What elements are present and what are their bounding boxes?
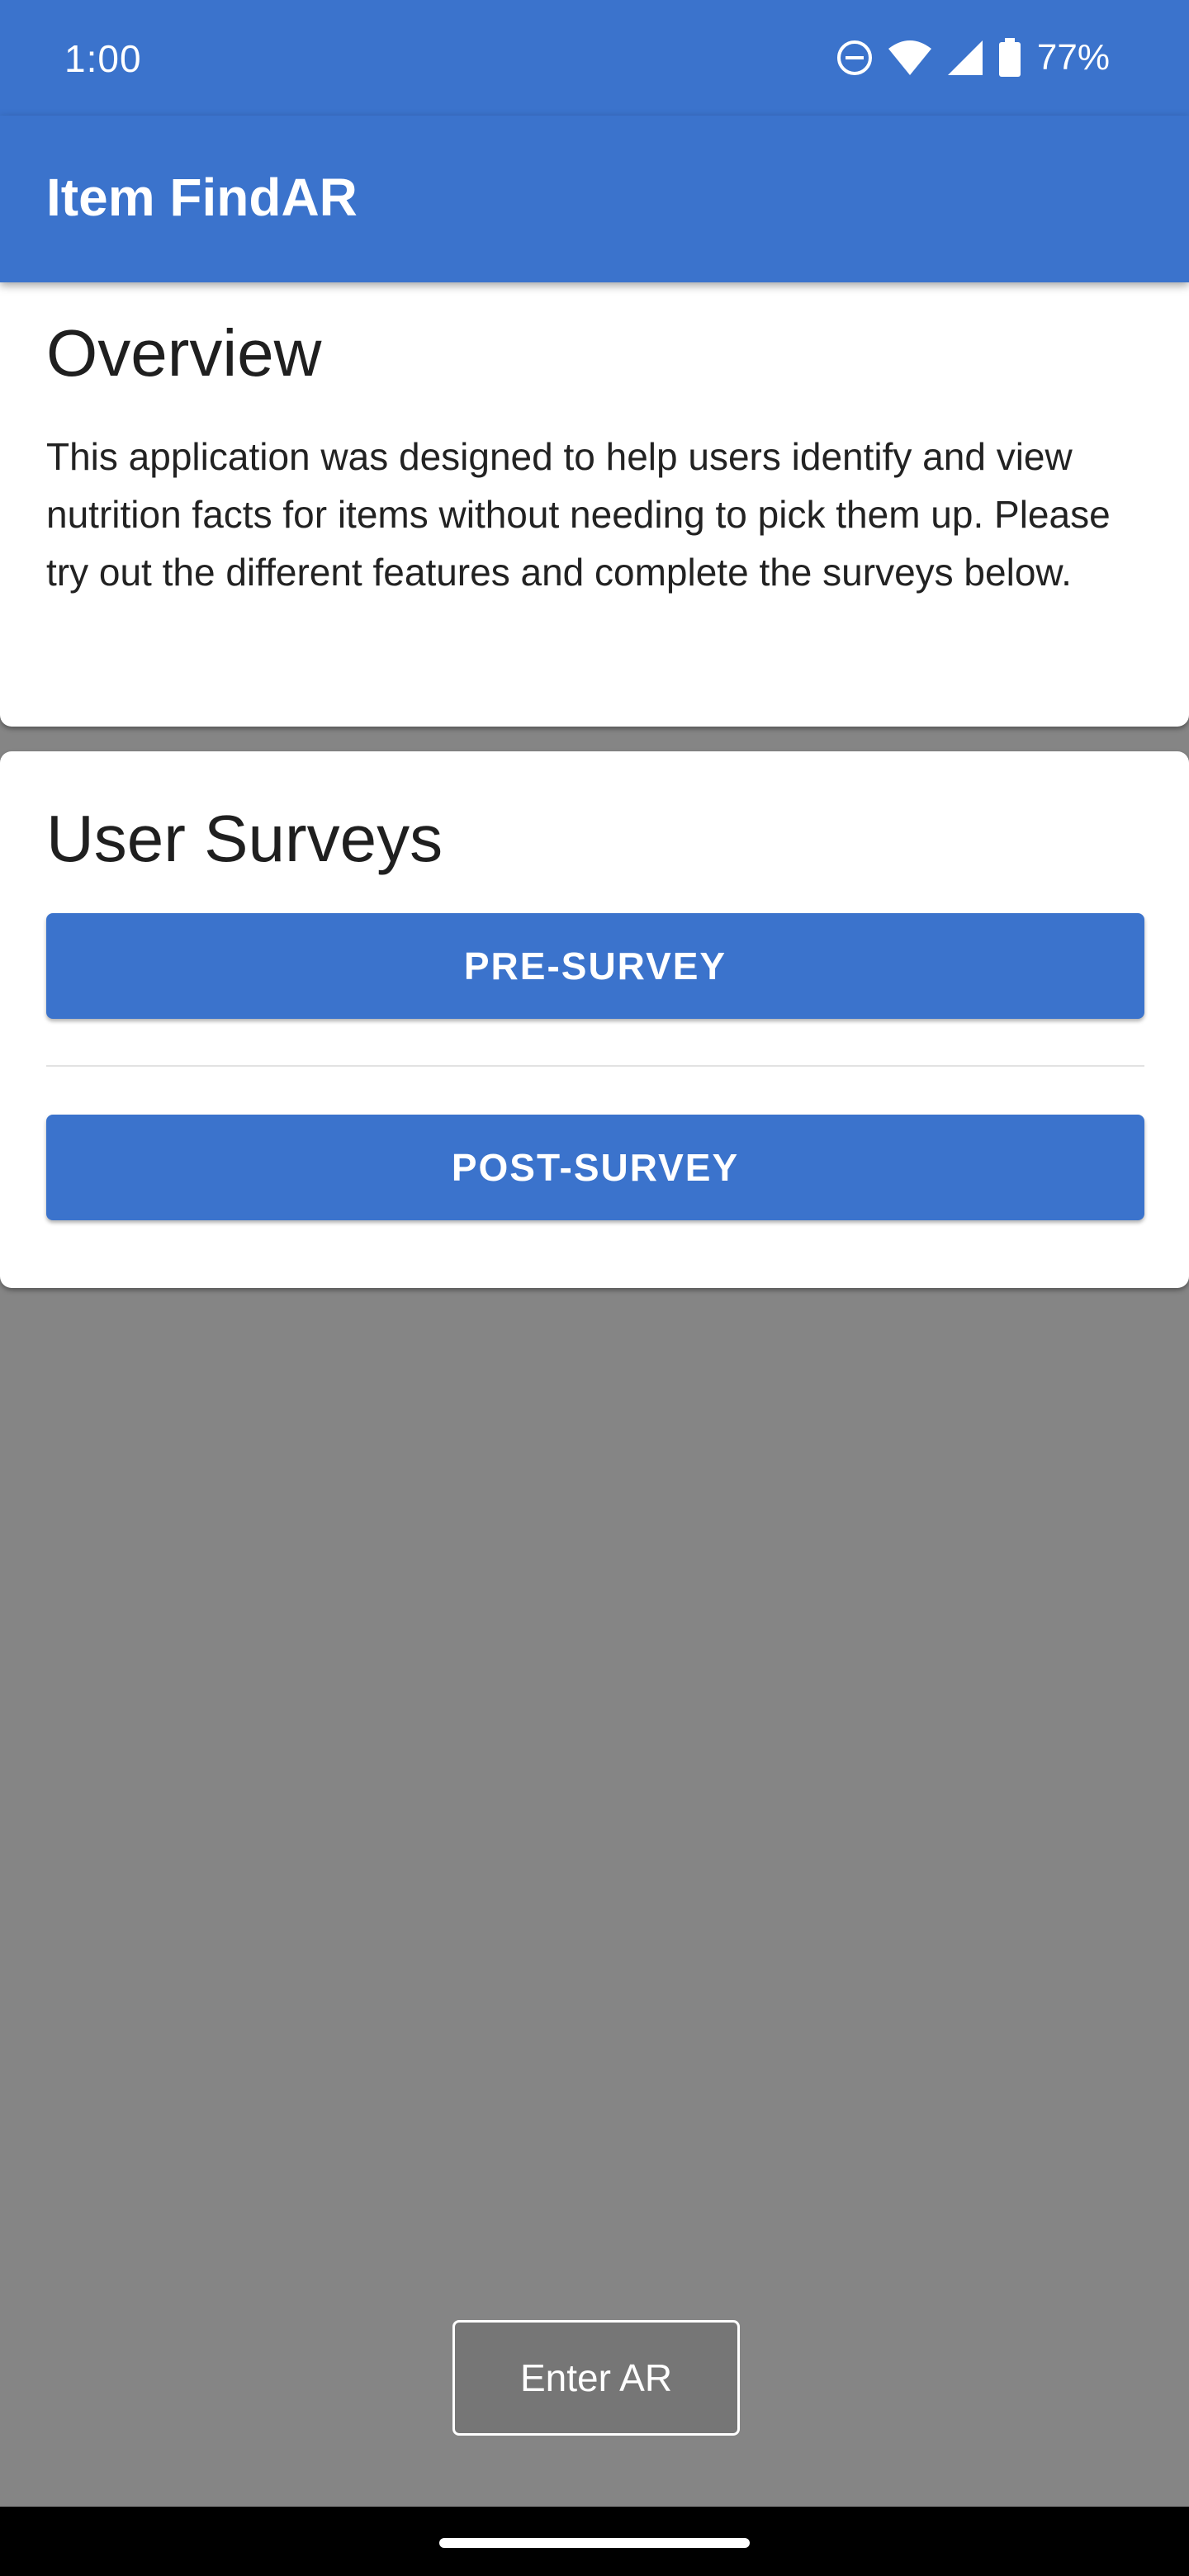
wifi-icon	[887, 39, 933, 77]
battery-icon	[997, 38, 1022, 78]
cell-signal-icon	[946, 39, 984, 77]
overview-card: Overview This application was designed t…	[0, 282, 1189, 727]
dnd-icon	[836, 39, 874, 77]
app-title: Item FindAR	[46, 168, 358, 227]
user-surveys-title: User Surveys	[46, 802, 443, 875]
survey-divider	[46, 1065, 1144, 1067]
status-bar: 1:00 77%	[0, 0, 1189, 116]
app-screen: 1:00 77% Item FindAR Overview This appli…	[0, 0, 1189, 2576]
pre-survey-button[interactable]: PRE-SURVEY	[46, 913, 1144, 1019]
post-survey-button[interactable]: POST-SURVEY	[46, 1115, 1144, 1220]
status-time: 1:00	[64, 37, 142, 80]
gesture-handle[interactable]	[439, 2538, 750, 2548]
status-icons: 77%	[836, 33, 1110, 83]
overview-body: This application was designed to help us…	[46, 435, 1111, 594]
battery-percent: 77%	[1036, 37, 1110, 78]
enter-ar-button[interactable]: Enter AR	[452, 2320, 740, 2436]
app-bar: Item FindAR	[0, 116, 1189, 282]
overview-title: Overview	[46, 316, 322, 390]
system-nav-bar	[0, 2507, 1189, 2576]
user-surveys-card: User Surveys PRE-SURVEY POST-SURVEY	[0, 751, 1189, 1288]
